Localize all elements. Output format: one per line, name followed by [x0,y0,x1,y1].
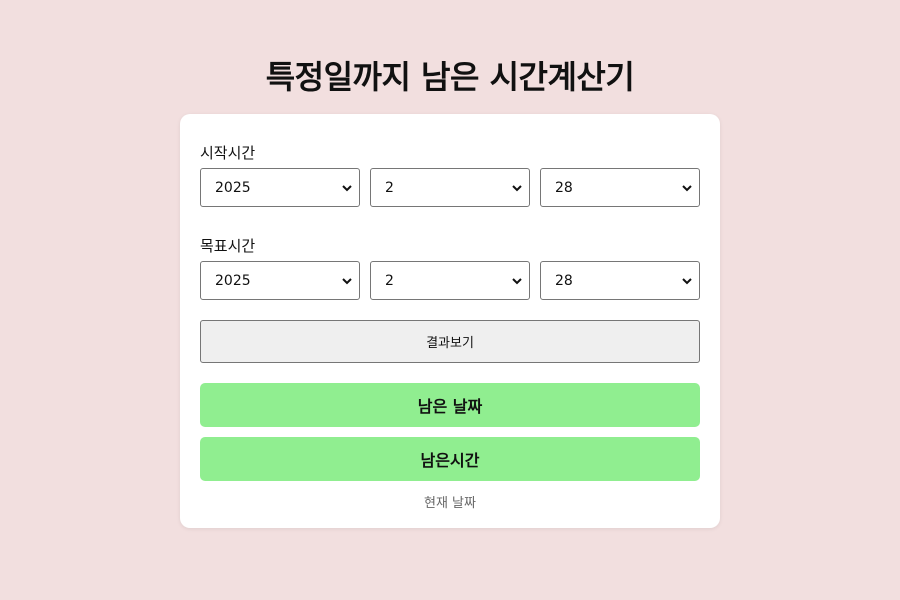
chevron-down-icon [682,184,692,191]
target-year-value: 2025 [215,272,251,289]
start-month-value: 2 [385,179,394,196]
chevron-down-icon [512,277,522,284]
target-month-select[interactable]: 2 [370,261,530,300]
chevron-down-icon [512,184,522,191]
page-title: 특정일까지 남은 시간계산기 [265,58,635,96]
start-day-value: 28 [555,179,573,196]
show-result-button[interactable]: 결과보기 [200,320,700,363]
target-day-value: 28 [555,272,573,289]
target-year-select[interactable]: 2025 [200,261,360,300]
target-time-label: 목표시간 [200,237,256,255]
start-day-select[interactable]: 28 [540,168,700,207]
target-day-select[interactable]: 28 [540,261,700,300]
current-date-text: 현재 날짜 [424,496,476,511]
start-time-label: 시작시간 [200,144,256,162]
target-month-value: 2 [385,272,394,289]
chevron-down-icon [342,277,352,284]
start-month-select[interactable]: 2 [370,168,530,207]
remaining-days-button[interactable]: 남은 날짜 [200,383,700,427]
chevron-down-icon [342,184,352,191]
start-year-value: 2025 [215,179,251,196]
chevron-down-icon [682,277,692,284]
remaining-time-button[interactable]: 남은시간 [200,437,700,481]
start-year-select[interactable]: 2025 [200,168,360,207]
calculator-card: 시작시간 2025 2 28 목표시간 2025 2 28 결과보기 남은 날짜… [180,114,720,528]
